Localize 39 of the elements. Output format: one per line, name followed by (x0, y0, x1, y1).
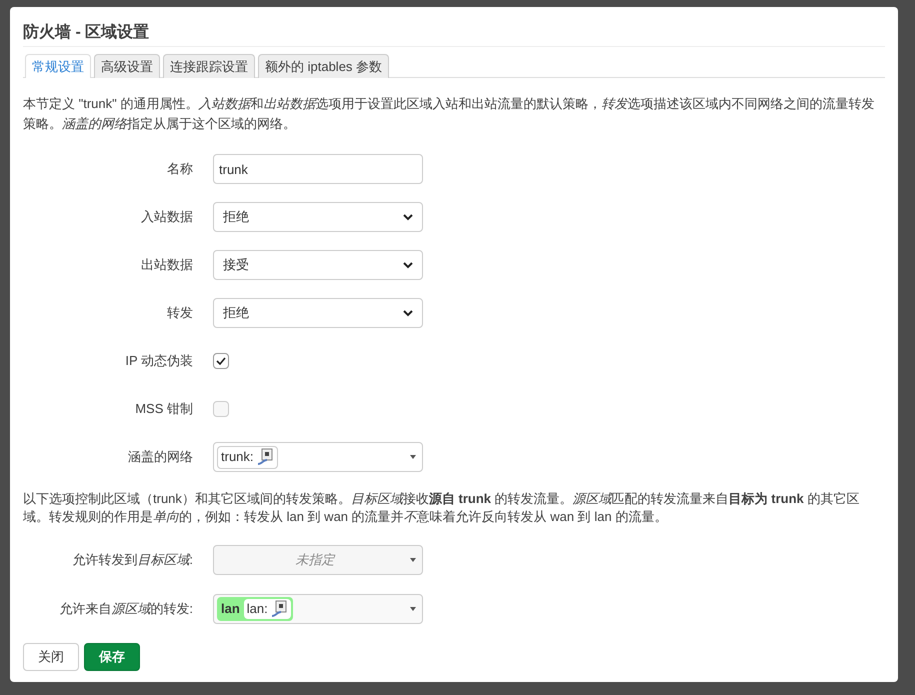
placeholder: 未指定 (294, 551, 336, 570)
network-name: trunk: (221, 448, 254, 466)
save-button[interactable]: 保存 (84, 643, 140, 671)
field-label: 转发 (166, 304, 194, 322)
policy-select[interactable]: 拒绝 (213, 298, 423, 328)
field-label: 名称 (166, 160, 194, 178)
tab[interactable]: 连接跟踪设置 (163, 54, 255, 78)
chevron-down-icon (403, 214, 413, 220)
name-field[interactable]: trunk (213, 154, 423, 184)
field-label: 出站数据 (140, 256, 194, 274)
caret-icon (410, 558, 416, 562)
chevron-down-icon (403, 262, 413, 268)
network-port-icon (270, 600, 288, 618)
caret-icon (410, 607, 416, 611)
field-label: 涵盖的网络 (127, 448, 194, 466)
field-label: 允许来自源区域的转发: (58, 600, 194, 618)
field-label: 允许转发到目标区域: (71, 551, 194, 570)
policy-select[interactable]: 接受 (213, 250, 423, 280)
checkbox[interactable] (213, 353, 229, 369)
policy-select[interactable]: 拒绝 (213, 202, 423, 232)
network-dropdown[interactable]: trunk: (213, 442, 423, 472)
field-label: MSS 钳制 (134, 400, 194, 418)
checkbox[interactable] (213, 401, 229, 417)
tab[interactable]: 高级设置 (94, 54, 160, 78)
zone-dropdown[interactable]: lan lan: (213, 594, 423, 624)
section-description: 本节定义 "trunk" 的通用属性。入站数据和出站数据选项用于设置此区域入站和出站流量的默认策略，转发选项描述该区域内不同网络之间的流量转发策略。涵盖的网络指定从属于这个区域的网络。 (23, 95, 876, 133)
tab[interactable]: 额外的 iptables 参数 (258, 54, 390, 78)
tab[interactable]: 常规设置 (25, 54, 91, 78)
caret-icon (410, 455, 416, 459)
close-button[interactable]: 关闭 (23, 643, 79, 671)
forwarding-description: 以下选项控制此区域（trunk）和其它区域间的转发策略。目标区域接收源自 trunk 的转发流量。源区域匹配的转发流量来自 目标为 trunk 的其它区域。转发规则的作用是单向的，例如：转发从 lan 到 wan 的流量并不意味着允许反向转发从 wan 到 lan 的流量。 (23, 490, 860, 526)
zone-name: lan (221, 600, 240, 618)
dialog-title: 防火墙 - 区域设置 (23, 21, 885, 47)
chevron-down-icon (403, 310, 413, 316)
check-icon (216, 357, 226, 365)
network-name: lan: (246, 600, 268, 618)
field-label: 入站数据 (140, 208, 194, 226)
network-port-icon (256, 448, 274, 466)
field-label: IP 动态伪装 (124, 352, 194, 370)
